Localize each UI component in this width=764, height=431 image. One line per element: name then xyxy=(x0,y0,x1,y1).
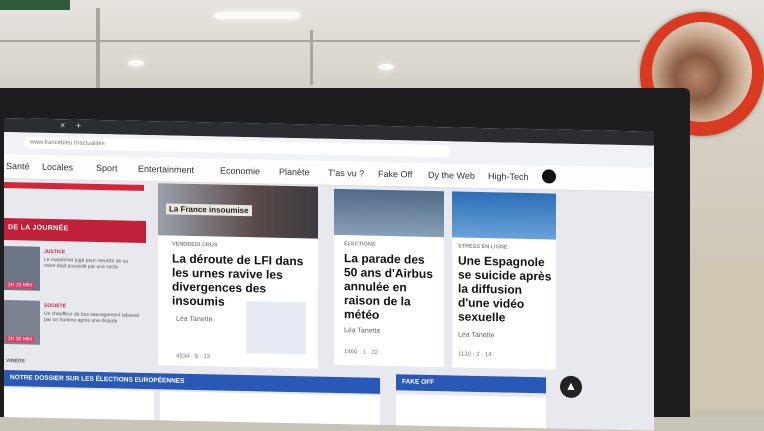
image-caption: La France insoumise xyxy=(166,203,252,217)
new-tab-icon[interactable]: + xyxy=(76,121,81,131)
article-title[interactable]: La parade des 50 ans d'Airbus annulée en… xyxy=(344,251,440,323)
article-image xyxy=(334,188,444,238)
accent-bar xyxy=(4,182,144,191)
section-footer: VIDÉOS xyxy=(6,358,25,365)
nav-item[interactable]: Fake Off xyxy=(378,169,412,180)
ceiling-light xyxy=(215,12,300,19)
article-stats: 1130 · 2 · 14 xyxy=(458,351,492,359)
eu-flag-graphic xyxy=(246,301,306,355)
window-frame xyxy=(96,8,100,88)
section-header-label: DE LA JOURNÉE xyxy=(8,224,69,233)
section-header: DE LA JOURNÉE xyxy=(4,218,146,243)
nav-item[interactable]: Santé xyxy=(6,161,30,171)
article-card[interactable] xyxy=(160,391,380,426)
article-card[interactable] xyxy=(4,388,154,422)
article-author: Léa Tanette xyxy=(344,327,381,335)
article-card[interactable]: La France insoumise VENDREDI CRUS La dér… xyxy=(158,183,318,369)
article-stats: 1460 · 1 · 22 xyxy=(344,349,379,356)
url-field[interactable]: www.francebleu.fr/actualites xyxy=(24,136,450,158)
article-snippet[interactable]: Un chauffeur de bus sauvagement tabassé … xyxy=(44,311,140,325)
ceiling-light xyxy=(378,64,394,70)
nav-item[interactable]: Locales xyxy=(42,162,73,173)
nav-item[interactable]: Sport xyxy=(96,163,118,173)
article-tag: VENDREDI CRUS xyxy=(172,241,218,249)
corner-marker xyxy=(0,0,70,10)
close-tab-icon[interactable]: × xyxy=(60,120,65,130)
article-card[interactable]: ÉLECTIONS La parade des 50 ans d'Airbus … xyxy=(334,188,444,368)
article-card[interactable] xyxy=(396,394,546,430)
window-frame xyxy=(0,40,640,42)
monitor-screen: × + www.francebleu.fr/actualites Santé L… xyxy=(4,118,654,431)
article-author: Léa Tanette xyxy=(458,331,495,340)
article-tag: JUSTICE xyxy=(44,248,66,256)
dossier-banner-label: NOTRE DOSSIER SUR LES ÉLECTIONS EUROPÉEN… xyxy=(10,374,185,385)
nav-item[interactable]: Dy the Web xyxy=(428,170,475,181)
article-tag: STRESS EN LIGNE xyxy=(458,243,508,251)
window-frame xyxy=(310,30,313,85)
article-tag: SOCIÉTÉ xyxy=(44,302,66,310)
fake-off-banner-label: FAKE OFF xyxy=(402,378,435,387)
nav-item[interactable]: T'as vu ? xyxy=(328,168,364,179)
article-tag: ÉLECTIONS xyxy=(344,241,376,248)
duration-badge: 2H 15 MIN xyxy=(6,282,34,289)
scroll-to-top-button[interactable]: ▲ xyxy=(560,375,582,399)
article-title[interactable]: Une Espagnole se suicide après la diffus… xyxy=(458,254,554,326)
article-image xyxy=(452,191,556,240)
nav-item[interactable]: High-Tech xyxy=(488,171,529,182)
duration-badge: 2H 30 MIN xyxy=(6,336,34,343)
article-stats: 4534 · 5 · 13 xyxy=(176,353,211,361)
article-card[interactable]: STRESS EN LIGNE Une Espagnole se suicide… xyxy=(452,191,556,370)
ceiling-light xyxy=(128,60,144,66)
nav-item[interactable]: Economie xyxy=(220,166,260,177)
nav-item[interactable]: Entertainment xyxy=(138,164,194,175)
article-snippet[interactable]: Le maraîcher jugé pour meurtre de sa mèr… xyxy=(44,257,140,271)
nav-item[interactable]: Planète xyxy=(279,167,310,178)
article-author: Léa Tanette xyxy=(176,315,213,324)
user-avatar-icon[interactable] xyxy=(542,169,556,184)
fake-off-banner[interactable]: FAKE OFF xyxy=(396,374,546,394)
